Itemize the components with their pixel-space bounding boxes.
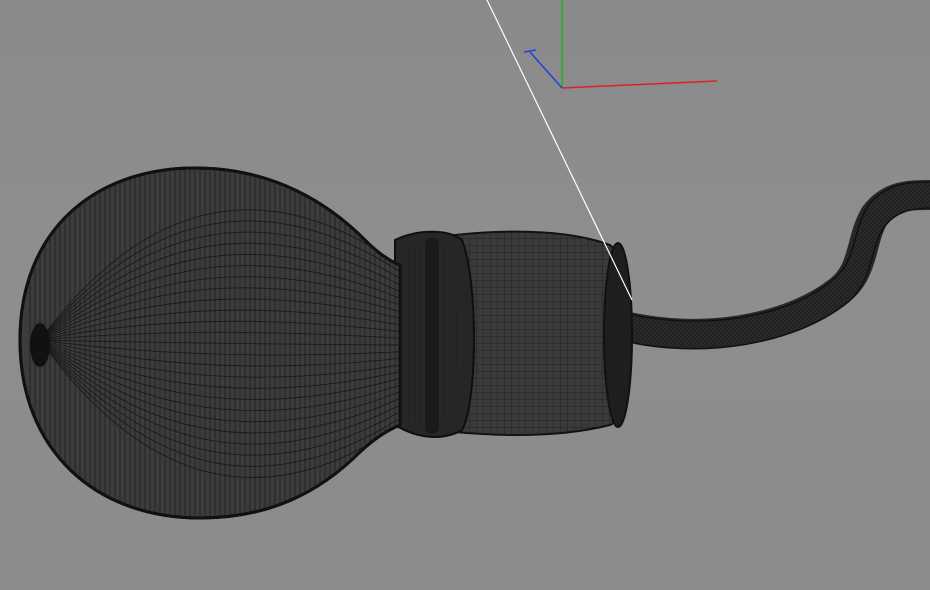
x-axis-icon xyxy=(561,80,718,89)
axis-gizmo[interactable] xyxy=(523,0,718,89)
cable[interactable] xyxy=(616,180,930,350)
socket-ring[interactable] xyxy=(394,230,475,438)
z-axis-icon xyxy=(529,51,563,89)
bulb[interactable] xyxy=(18,150,402,530)
3d-viewport[interactable] xyxy=(0,0,930,590)
cable-mesh xyxy=(616,181,930,348)
viewport-scene[interactable] xyxy=(0,0,930,590)
